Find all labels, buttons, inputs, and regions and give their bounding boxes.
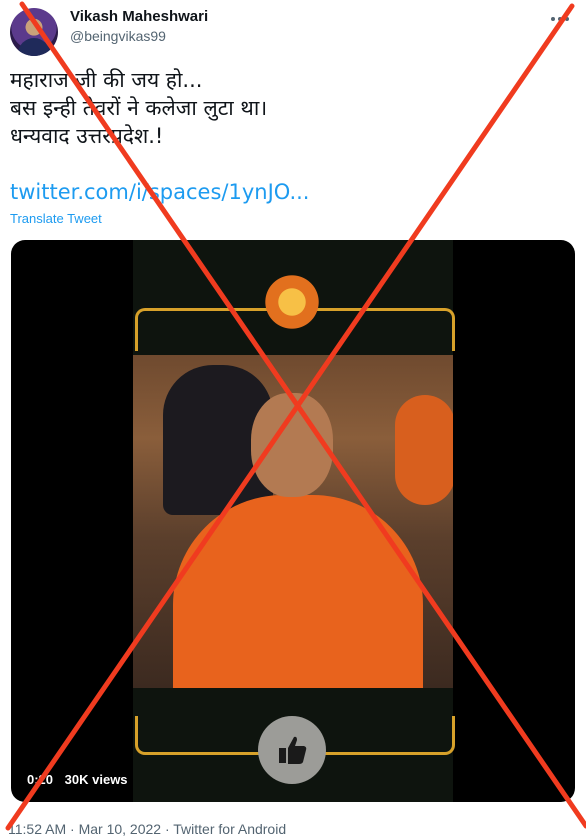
ellipsis-icon[interactable] — [550, 6, 570, 27]
video-time: 0:20 — [27, 772, 54, 787]
avatar-figure — [18, 38, 50, 56]
meta-separator: · — [164, 821, 170, 837]
author-avatar[interactable] — [10, 8, 58, 56]
thumbs-up-icon — [258, 716, 326, 784]
video-player[interactable]: 0:20 30K views — [11, 240, 575, 802]
background-person — [395, 395, 453, 505]
tweet-text: महाराज जी की जय हो... बस इन्ही तेवरों ने… — [10, 66, 570, 150]
tweet-link[interactable]: twitter.com/i/spaces/1ynJO... — [10, 180, 309, 204]
tweet-time[interactable]: 11:52 AM — [8, 821, 66, 837]
video-frame — [133, 240, 455, 802]
tweet-meta: 11:52 AM · Mar 10, 2022 · Twitter for An… — [8, 821, 286, 837]
tweet-line: महाराज जी की जय हो... — [10, 68, 203, 92]
channel-logo-icon — [258, 268, 326, 336]
video-views: 30K views — [64, 772, 128, 787]
tweet-line: बस इन्ही तेवरों ने कलेजा लुटा था। — [10, 96, 268, 120]
video-scene — [133, 355, 453, 688]
speaker-robe — [173, 495, 423, 688]
speaker-head — [251, 393, 333, 497]
tweet-source[interactable]: Twitter for Android — [173, 821, 286, 837]
author-handle[interactable]: @beingvikas99 — [70, 28, 166, 44]
meta-separator: · — [70, 821, 75, 837]
tweet-date[interactable]: Mar 10, 2022 — [79, 821, 162, 837]
translate-tweet-link[interactable]: Translate Tweet — [10, 211, 102, 226]
tweet-line: धन्यवाद उत्तरप्रदेश.! — [10, 124, 164, 148]
video-stats: 0:20 30K views — [27, 772, 136, 787]
author-name[interactable]: Vikash Maheshwari — [70, 8, 208, 25]
